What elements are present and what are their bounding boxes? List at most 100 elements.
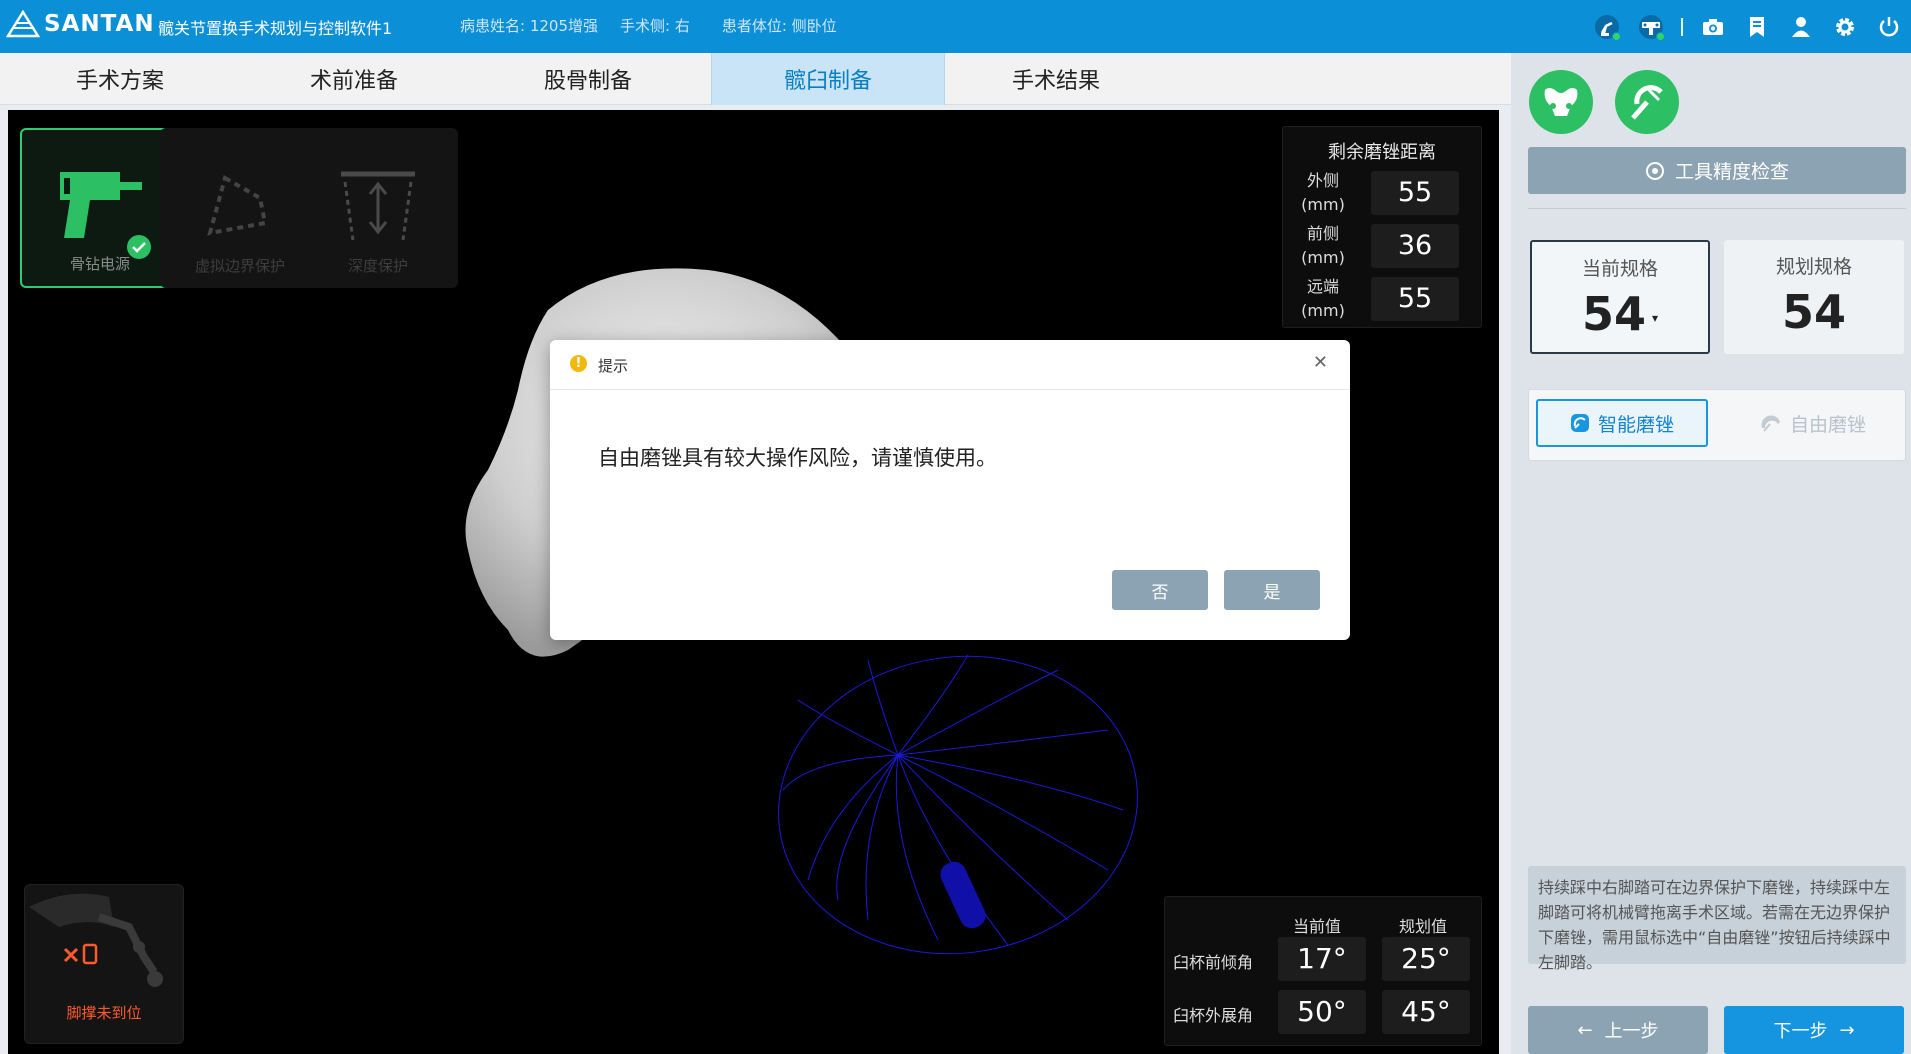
remaining-value: 36 — [1371, 224, 1459, 268]
separator — [1681, 17, 1683, 36]
top-icon-bar — [1585, 0, 1911, 53]
smart-reaming-button[interactable]: 智能磨锉 — [1536, 399, 1708, 447]
free-reaming-icon — [1761, 415, 1780, 432]
tab-femur-prep[interactable]: 股骨制备 — [471, 53, 705, 105]
anteversion-row: 臼杯前倾角 17° 25° — [1165, 937, 1483, 983]
planned-value-header: 规划值 — [1399, 917, 1448, 936]
boundary-icon — [207, 174, 268, 236]
remaining-value: 55 — [1371, 277, 1459, 321]
tool-drill-label: 骨钻电源 — [69, 255, 130, 273]
tool-boundary-label: 虚拟边界保护 — [194, 257, 285, 275]
power-icon[interactable] — [1867, 0, 1911, 53]
current-spec-value: 54 — [1581, 287, 1646, 341]
settings-icon[interactable] — [1823, 0, 1867, 53]
anteversion-planned: 25° — [1382, 937, 1470, 981]
remaining-unit: (mm) — [1301, 195, 1345, 214]
smart-reaming-label: 智能磨锉 — [1597, 413, 1674, 436]
user-icon[interactable] — [1779, 0, 1823, 53]
current-value-header: 当前值 — [1293, 917, 1342, 936]
camera-icon[interactable] — [1691, 0, 1735, 53]
cup-angle-panel: 当前值 规划值 臼杯前倾角 17° 25° 臼杯外展角 50° 45° — [1164, 896, 1482, 1046]
robot-status-dot — [1612, 32, 1621, 41]
patient-name: 病患姓名: 1205增强 — [460, 17, 598, 35]
pelvis-view-button[interactable] — [1529, 70, 1593, 134]
right-panel: 工具精度检查 当前规格 54 ▾ 规划规格 54 智能磨锉 自由磨锉 持续踩中右脚… — [1511, 53, 1911, 1054]
tool-drill-power[interactable]: 骨钻电源 — [20, 128, 180, 288]
reamer-sphere-wireframe — [778, 654, 1138, 955]
footrest-label: 脚撑未到位 — [66, 1004, 142, 1022]
tool-depth-label: 深度保护 — [347, 257, 408, 275]
remaining-unit: (mm) — [1301, 301, 1345, 320]
tab-surgery-result[interactable]: 手术结果 — [939, 53, 1173, 105]
remaining-row-anterior: 前侧 (mm) 36 — [1293, 222, 1473, 268]
arrow-right-icon: → — [1839, 1019, 1855, 1041]
reamer-view-button[interactable] — [1615, 70, 1679, 134]
abduction-label: 臼杯外展角 — [1173, 1006, 1254, 1025]
depth-icon — [341, 171, 415, 241]
planned-spec-title: 规划规格 — [1775, 256, 1852, 278]
anteversion-label: 臼杯前倾角 — [1173, 953, 1254, 972]
logo-mark-icon — [6, 10, 40, 38]
dialog-title: 提示 — [598, 357, 629, 375]
reaming-mode-group: 智能磨锉 自由磨锉 — [1528, 389, 1906, 461]
next-step-button[interactable]: 下一步 → — [1724, 1006, 1904, 1054]
navigation-camera-icon[interactable] — [1629, 0, 1673, 53]
current-spec-box[interactable]: 当前规格 54 ▾ — [1530, 240, 1710, 354]
planned-spec-value: 54 — [1781, 285, 1846, 339]
remaining-label: 外侧 — [1306, 171, 1339, 190]
tab-preop-prep[interactable]: 术前准备 — [237, 53, 471, 105]
arrow-left-icon: ← — [1577, 1019, 1593, 1041]
tool-depth-protection[interactable]: 深度保护 — [298, 128, 458, 288]
reamer-shaft — [940, 861, 986, 929]
footrest-icon — [29, 893, 163, 987]
dropdown-caret-icon[interactable]: ▾ — [1652, 311, 1658, 325]
remaining-value: 55 — [1371, 171, 1459, 215]
close-icon[interactable]: ✕ — [1313, 352, 1328, 373]
anteversion-current: 17° — [1278, 937, 1366, 981]
abduction-current: 50° — [1278, 990, 1366, 1034]
tab-surgery-plan[interactable]: 手术方案 — [3, 53, 237, 105]
remaining-row-lateral: 外侧 (mm) 55 — [1293, 169, 1473, 215]
dialog-message: 自由磨锉具有较大操作风险，请谨慎使用。 — [598, 446, 997, 470]
precision-label: 工具精度检查 — [1674, 161, 1789, 183]
operation-hint: 持续踩中右脚踏可在边界保护下磨锉，持续踩中左脚踏可将机械臂拖离手术区域。若需在无… — [1528, 866, 1906, 972]
footrest-status-card: 脚撑未到位 — [24, 884, 184, 1044]
remaining-label: 远端 — [1306, 277, 1339, 296]
logo: SANTAN — [6, 10, 155, 38]
camera-status-dot — [1656, 32, 1665, 41]
abduction-planned: 45° — [1382, 990, 1470, 1034]
abduction-row: 臼杯外展角 50° 45° — [1165, 990, 1483, 1036]
report-icon[interactable] — [1735, 0, 1779, 53]
dialog-header: ! 提示 ✕ — [550, 340, 1350, 390]
dialog-yes-button[interactable]: 是 — [1224, 570, 1320, 610]
remaining-unit: (mm) — [1301, 248, 1345, 267]
patient-position: 患者体位: 侧卧位 — [721, 17, 837, 35]
tool-virtual-boundary[interactable]: 虚拟边界保护 — [160, 128, 320, 288]
planned-spec-box: 规划规格 54 — [1724, 240, 1904, 354]
pelvis-icon — [1544, 88, 1578, 116]
smart-reaming-icon — [1570, 414, 1589, 432]
patient-info: 病患姓名: 1205增强 手术侧: 右 患者体位: 侧卧位 — [460, 15, 837, 36]
previous-step-label: 上一步 — [1604, 1021, 1659, 1042]
reamer-icon — [1631, 85, 1663, 120]
free-reaming-button[interactable]: 自由磨锉 — [1727, 399, 1899, 447]
tool-precision-check-button[interactable]: 工具精度检查 — [1528, 147, 1906, 194]
robot-arm-icon[interactable] — [1585, 0, 1629, 53]
surgery-side: 手术侧: 右 — [620, 17, 690, 35]
tab-acetabulum-prep[interactable]: 髋臼制备 — [711, 53, 945, 105]
remaining-row-distal: 远端 (mm) 55 — [1293, 275, 1473, 321]
remaining-title: 剩余磨锉距离 — [1328, 142, 1436, 163]
remaining-distance-panel: 剩余磨锉距离 外侧 (mm) 55 前侧 (mm) 36 远端 (mm) 55 — [1282, 126, 1482, 328]
next-step-label: 下一步 — [1773, 1021, 1828, 1042]
divider — [1528, 208, 1906, 209]
app-title: 髋关节置换手术规划与控制软件1 — [158, 19, 393, 38]
dialog-no-button[interactable]: 否 — [1112, 570, 1208, 610]
remaining-label: 前侧 — [1306, 224, 1339, 243]
current-spec-title: 当前规格 — [1581, 258, 1658, 280]
previous-step-button[interactable]: ← 上一步 — [1528, 1006, 1708, 1054]
confirm-dialog: ! 提示 ✕ 自由磨锉具有较大操作风险，请谨慎使用。 否 是 — [550, 340, 1350, 640]
logo-text: SANTAN — [44, 11, 155, 37]
top-bar: SANTAN 髋关节置换手术规划与控制软件1 病患姓名: 1205增强 手术侧:… — [0, 0, 1911, 53]
workflow-tabs: 手术方案 术前准备 股骨制备 髋臼制备 手术结果 — [0, 53, 1511, 105]
free-reaming-label: 自由磨锉 — [1789, 413, 1866, 436]
